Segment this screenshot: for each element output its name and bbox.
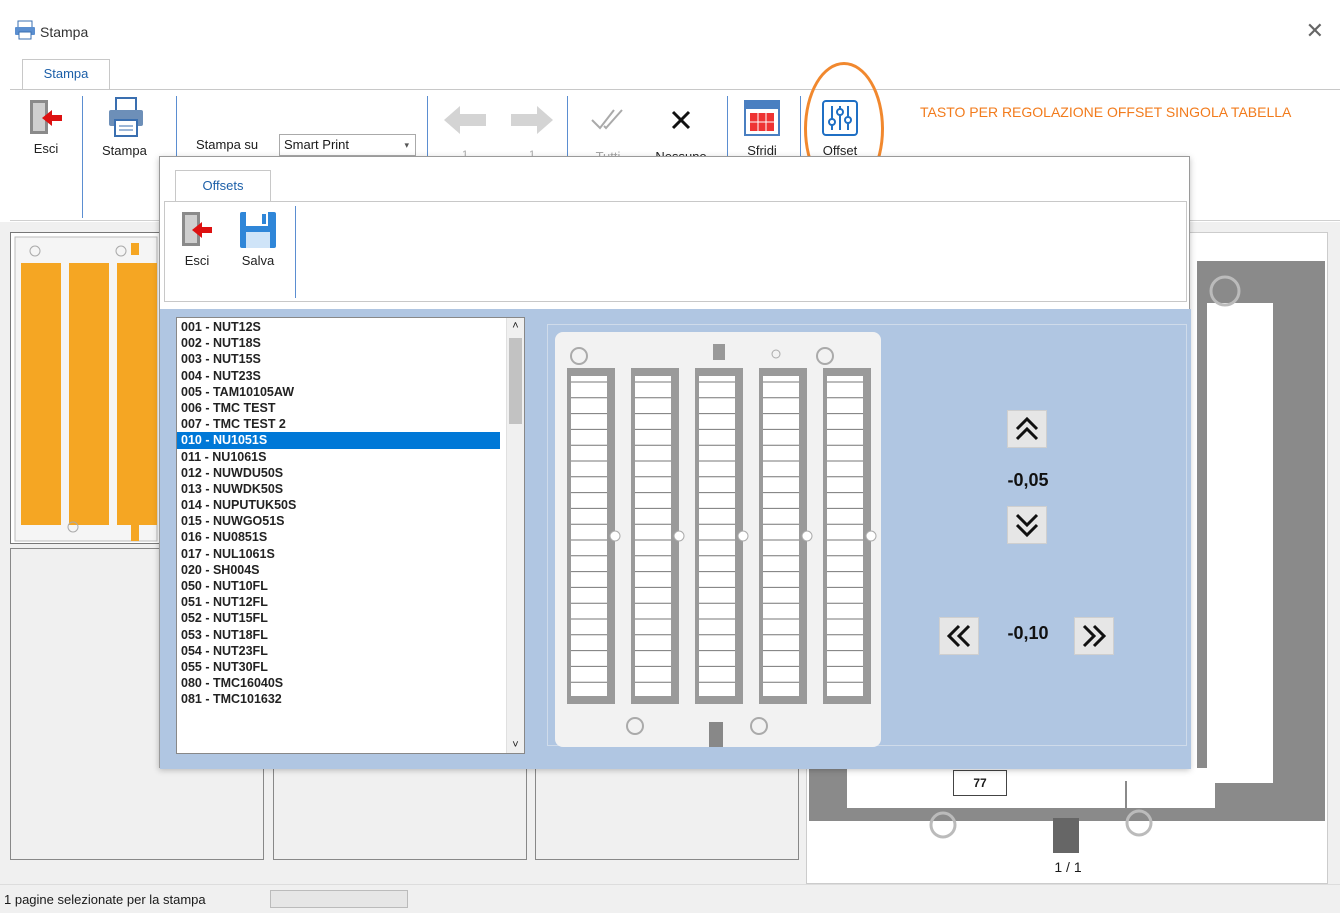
floppy-disk-icon bbox=[235, 210, 281, 253]
table-grid-icon bbox=[737, 98, 787, 141]
list-item[interactable]: 014 - NUPUTUK50S bbox=[177, 497, 500, 513]
label-number: 77 bbox=[953, 770, 1007, 796]
list-item[interactable]: 052 - NUT15FL bbox=[177, 610, 500, 626]
page-counter: 1 / 1 bbox=[1054, 859, 1082, 875]
exit-icon bbox=[177, 210, 217, 253]
list-item[interactable]: 005 - TAM10105AW bbox=[177, 384, 500, 400]
window-title: Stampa bbox=[40, 23, 89, 40]
list-item[interactable]: 017 - NUL1061S bbox=[177, 546, 500, 562]
close-window-icon[interactable]: ✕ bbox=[1306, 18, 1324, 44]
list-item[interactable]: 015 - NUWGO51S bbox=[177, 513, 500, 529]
tab-offsets[interactable]: Offsets bbox=[175, 170, 271, 201]
offset-down-button[interactable] bbox=[1007, 506, 1047, 544]
save-button[interactable]: Salva bbox=[235, 210, 281, 268]
double-chevron-up-icon bbox=[1015, 416, 1039, 441]
print-icon bbox=[106, 96, 160, 143]
select-none-button[interactable]: Nessuno bbox=[645, 104, 717, 164]
previous-page-button[interactable]: 1 bbox=[440, 104, 490, 161]
double-chevron-down-icon bbox=[1015, 513, 1039, 538]
ribbon-divider bbox=[295, 206, 296, 298]
offset-right-button[interactable] bbox=[1074, 617, 1114, 655]
scroll-down-icon[interactable]: ˅ bbox=[507, 737, 524, 753]
print-label: Stampa bbox=[102, 143, 147, 158]
exit-button[interactable]: Esci bbox=[22, 98, 70, 156]
arrow-left-icon bbox=[440, 104, 490, 139]
ribbon-divider bbox=[567, 96, 568, 156]
arrow-right-icon bbox=[507, 104, 557, 139]
list-item[interactable]: 003 - NUT15S bbox=[177, 351, 500, 367]
list-item[interactable]: 081 - TMC101632 bbox=[177, 691, 500, 707]
scroll-thumb[interactable] bbox=[509, 338, 522, 424]
double-chevron-right-icon bbox=[1082, 624, 1107, 648]
scroll-up-icon[interactable]: ˄ bbox=[507, 318, 524, 334]
progress-bar bbox=[270, 890, 408, 908]
table-list[interactable]: 001 - NUT12S 002 - NUT18S 003 - NUT15S 004 … bbox=[176, 317, 525, 754]
list-item[interactable]: 001 - NUT12S bbox=[177, 319, 500, 335]
ribbon-divider bbox=[727, 96, 728, 156]
chevron-down-icon: ▾ bbox=[404, 140, 409, 150]
list-item[interactable]: 004 - NUT23S bbox=[177, 368, 500, 384]
list-item[interactable]: 006 - TMC TEST bbox=[177, 400, 500, 416]
status-text: 1 pagine selezionate per la stampa bbox=[4, 892, 206, 907]
list-item[interactable]: 011 - NU1061S bbox=[177, 449, 500, 465]
exit-label: Esci bbox=[33, 141, 59, 156]
thumbnail-page[interactable] bbox=[10, 232, 160, 544]
horizontal-offset-value: -0,10 bbox=[1007, 623, 1049, 643]
dialog-exit-label: Esci bbox=[184, 253, 210, 268]
dialog-body: 001 - NUT12S 002 - NUT18S 003 - NUT15S 004 … bbox=[160, 309, 1191, 769]
list-item[interactable]: 010 - NU1051S bbox=[177, 432, 500, 449]
list-item[interactable]: 055 - NUT30FL bbox=[177, 659, 500, 675]
window-title-bar: Stampa bbox=[14, 20, 88, 43]
save-label: Salva bbox=[241, 253, 275, 268]
ribbon-divider bbox=[176, 96, 177, 156]
label-table-preview bbox=[555, 332, 881, 747]
ribbon-divider bbox=[427, 96, 428, 156]
ribbon-divider bbox=[82, 96, 83, 218]
list-item[interactable]: 054 - NUT23FL bbox=[177, 643, 500, 659]
double-check-icon bbox=[582, 104, 634, 139]
scraps-button[interactable]: Sfridi bbox=[737, 98, 787, 158]
offset-preview-panel: -0,05 -0,10 bbox=[547, 324, 1187, 747]
list-item[interactable]: 051 - NUT12FL bbox=[177, 594, 500, 610]
table-list-items: 001 - NUT12S 002 - NUT18S 003 - NUT15S 004 … bbox=[177, 318, 524, 708]
offsets-dialog: Offsets Esci Salva 001 - NUT12S 002 - NUT… bbox=[159, 156, 1191, 769]
label-sheet-thumbnail bbox=[14, 236, 158, 542]
list-item[interactable]: 016 - NU0851S bbox=[177, 529, 500, 545]
annotation-text: TASTO PER REGOLAZIONE OFFSET SINGOLA TAB… bbox=[920, 104, 1292, 120]
list-item[interactable]: 050 - NUT10FL bbox=[177, 578, 500, 594]
select-all-button[interactable]: Tutti bbox=[582, 104, 634, 164]
status-bar: 1 pagine selezionate per la stampa bbox=[0, 884, 1340, 913]
tab-stampa[interactable]: Stampa bbox=[22, 59, 110, 89]
printer-icon bbox=[14, 20, 36, 43]
dialog-exit-button[interactable]: Esci bbox=[177, 210, 217, 268]
offset-up-button[interactable] bbox=[1007, 410, 1047, 448]
close-icon bbox=[645, 104, 717, 139]
list-item[interactable]: 053 - NUT18FL bbox=[177, 627, 500, 643]
exit-icon bbox=[28, 98, 70, 141]
printer-select[interactable]: Smart Print ▾ bbox=[279, 134, 416, 156]
list-item[interactable]: 080 - TMC16040S bbox=[177, 675, 500, 691]
next-page-button[interactable]: 1 bbox=[507, 104, 557, 161]
list-item[interactable]: 013 - NUWDK50S bbox=[177, 481, 500, 497]
list-item[interactable]: 020 - SH004S bbox=[177, 562, 500, 578]
double-chevron-left-icon bbox=[946, 624, 971, 648]
list-item[interactable]: 007 - TMC TEST 2 bbox=[177, 416, 500, 432]
list-item[interactable]: 012 - NUWDU50S bbox=[177, 465, 500, 481]
printer-select-value: Smart Print bbox=[284, 137, 350, 152]
vertical-offset-value: -0,05 bbox=[1007, 470, 1049, 490]
print-on-label: Stampa su bbox=[196, 137, 259, 152]
offset-left-button[interactable] bbox=[939, 617, 979, 655]
ribbon-divider bbox=[800, 96, 801, 156]
print-button[interactable]: Stampa bbox=[100, 96, 160, 158]
list-item[interactable]: 002 - NUT18S bbox=[177, 335, 500, 351]
dialog-ribbon: Esci Salva bbox=[164, 201, 1187, 302]
scrollbar[interactable]: ˄ ˅ bbox=[506, 318, 524, 753]
